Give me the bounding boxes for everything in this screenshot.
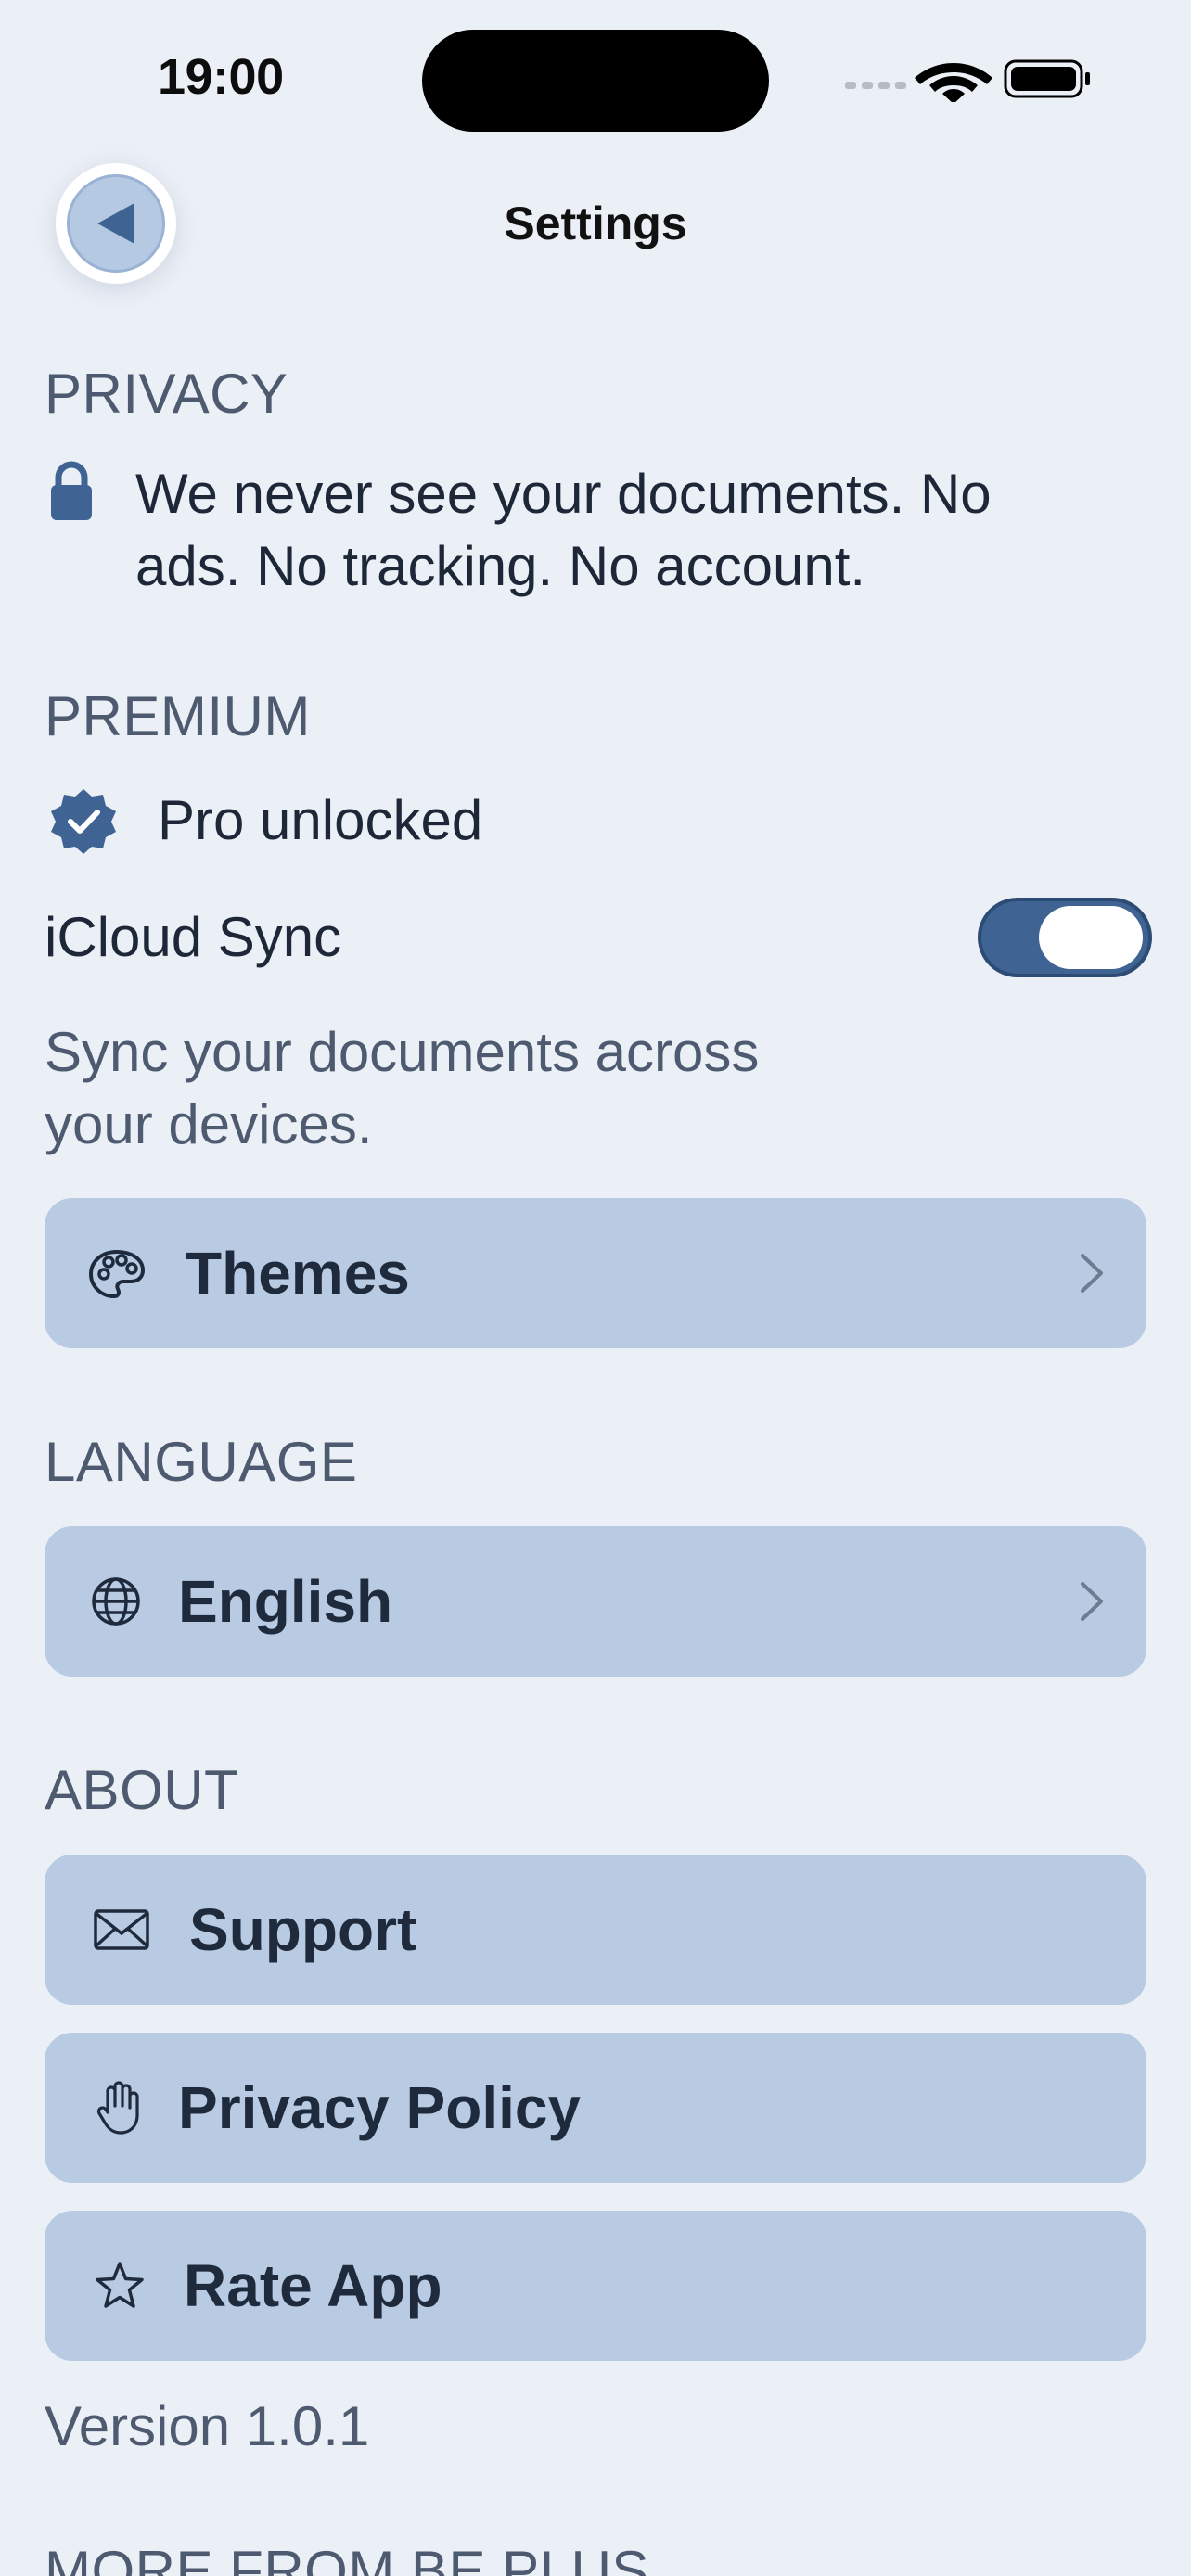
status-time: 19:00: [158, 49, 284, 105]
signal-icon: [845, 82, 906, 89]
icloud-sync-toggle[interactable]: [978, 898, 1152, 977]
about-header: ABOUT: [45, 1759, 239, 1821]
chevron-right-icon: [1081, 1582, 1103, 1621]
support-label: Support: [189, 1896, 417, 1963]
globe-icon: [89, 1575, 143, 1628]
envelope-icon: [93, 1906, 150, 1953]
privacy-policy-label: Privacy Policy: [178, 2074, 582, 2141]
hand-raised-icon: [95, 2079, 143, 2136]
toggle-knob: [1039, 906, 1143, 969]
sync-description-line-1: Sync your documents across: [45, 1021, 760, 1083]
privacy-text-line-2: ads. No tracking. No account.: [135, 535, 866, 597]
status-icons: [845, 59, 1090, 102]
battery-icon: [1004, 59, 1090, 98]
settings-screen: 19:00 Settings PRIVACY We never see your…: [0, 0, 1191, 2576]
language-value: English: [178, 1568, 393, 1635]
verified-badge-icon: [46, 784, 121, 859]
dynamic-island: [422, 30, 769, 132]
icloud-sync-label: iCloud Sync: [45, 906, 342, 968]
pro-status-label: Pro unlocked: [158, 789, 483, 851]
wifi-icon: [915, 63, 992, 102]
privacy-text-line-1: We never see your documents. No: [135, 463, 992, 525]
themes-row[interactable]: Themes: [45, 1198, 1146, 1348]
version-label: Version 1.0.1: [45, 2395, 370, 2457]
star-icon: [93, 2259, 147, 2313]
sync-description-line-2: your devices.: [45, 1093, 373, 1155]
palette-icon: [87, 1244, 147, 1304]
privacy-policy-row[interactable]: Privacy Policy: [45, 2033, 1146, 2183]
lock-icon: [48, 458, 95, 523]
premium-header: PREMIUM: [45, 685, 311, 747]
language-row[interactable]: English: [45, 1526, 1146, 1677]
rate-app-label: Rate App: [184, 2252, 442, 2319]
page-title: Settings: [504, 198, 687, 249]
language-header: LANGUAGE: [45, 1431, 358, 1493]
rate-app-row[interactable]: Rate App: [45, 2211, 1146, 2361]
chevron-right-icon: [1081, 1254, 1103, 1293]
privacy-header: PRIVACY: [45, 363, 288, 425]
themes-label: Themes: [186, 1240, 410, 1307]
support-row[interactable]: Support: [45, 1855, 1146, 2005]
more-apps-header: MORE FROM BE PLUS: [45, 2540, 649, 2576]
